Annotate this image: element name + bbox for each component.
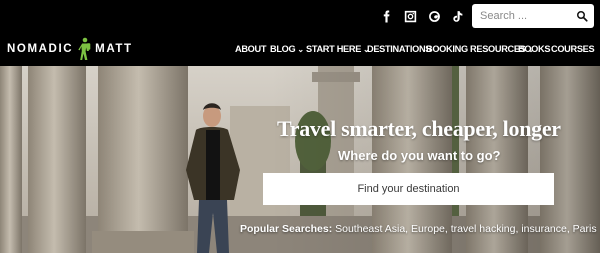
nav-label: BOOKING RESOURCES (426, 44, 526, 54)
nav-label: BLOG (270, 44, 296, 54)
nav-label: DESTINATIONS (367, 44, 432, 54)
nav-label: ABOUT (235, 44, 267, 54)
backpacker-logo-icon (78, 37, 91, 60)
search-box (472, 4, 594, 28)
site-logo[interactable]: NOMADIC MATT (7, 36, 133, 62)
destination-search-input[interactable] (263, 173, 554, 205)
search-input[interactable] (472, 4, 570, 28)
nav-item-destinations[interactable]: DESTINATIONS (367, 42, 431, 56)
hero-headline: Travel smarter, cheaper, longer (277, 116, 561, 141)
tiktok-icon[interactable] (449, 8, 465, 24)
nav-item-blog[interactable]: BLOG ⌄ (270, 42, 304, 56)
nav-item-books[interactable]: BOOKS (518, 42, 551, 56)
logo-text-right: MATT (95, 43, 133, 55)
threads-icon[interactable] (426, 8, 442, 24)
main-nav-bar: NOMADIC MATT ABOUT BLOG ⌄ START HERE ⌄ D… (0, 32, 600, 66)
instagram-icon[interactable] (402, 8, 418, 24)
hero-section: Travel smarter, cheaper, longer Where do… (0, 66, 600, 253)
nav-item-start-here[interactable]: START HERE ⌄ (306, 42, 370, 56)
chevron-down-icon: ⌄ (297, 44, 304, 54)
popular-searches-links[interactable]: Southeast Asia, Europe, travel hacking, … (335, 223, 596, 235)
popular-searches: Popular Searches: Southeast Asia, Europe… (240, 223, 597, 235)
nav-label: BOOKS (518, 44, 551, 54)
nav-label: START HERE (306, 44, 362, 54)
nav-label: COURSES (551, 44, 595, 54)
popular-searches-label: Popular Searches: (240, 223, 333, 235)
top-bar (0, 0, 600, 32)
logo-text-left: NOMADIC (7, 43, 74, 55)
facebook-icon[interactable] (378, 8, 394, 24)
nav-item-courses[interactable]: COURSES (551, 42, 595, 56)
search-icon[interactable] (574, 8, 590, 24)
hero-subheadline: Where do you want to go? (338, 148, 501, 163)
nav-item-about[interactable]: ABOUT (235, 42, 266, 56)
